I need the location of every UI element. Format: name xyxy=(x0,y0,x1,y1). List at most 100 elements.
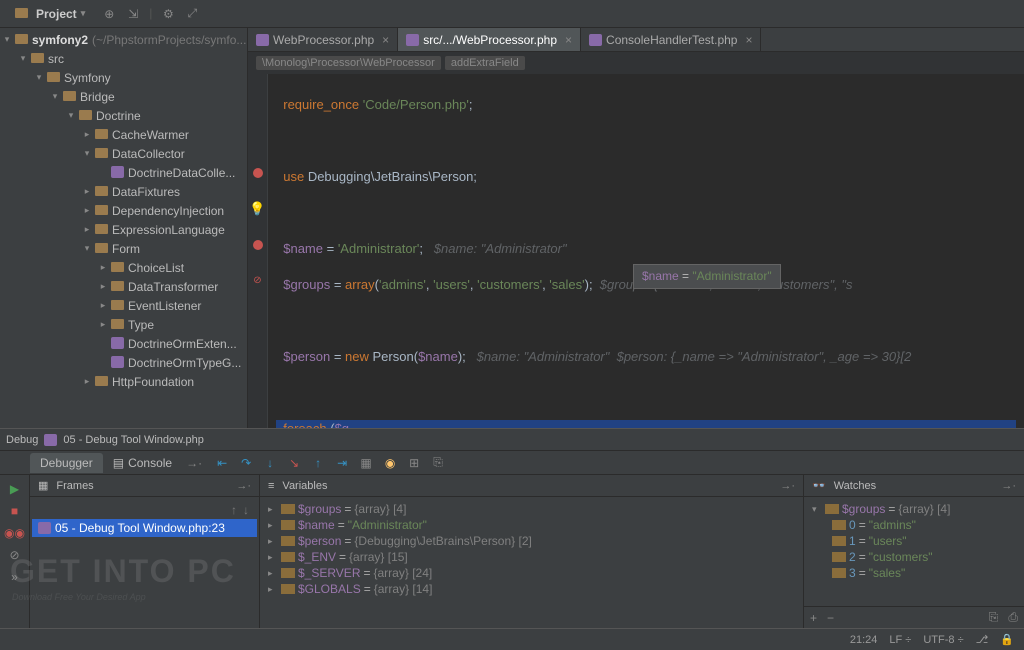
variable-row[interactable]: ▸ $groups = {array} [4] xyxy=(262,501,801,517)
error-icon[interactable]: ⊘ xyxy=(248,272,267,290)
watches-panel: 👓 Watches →· ▾ $groups = {array} [4] 0 =… xyxy=(804,475,1024,628)
tree-item[interactable]: ▸DataTransformer xyxy=(0,277,247,296)
line-separator[interactable]: LF xyxy=(889,634,902,646)
frame-down-icon[interactable]: ↓ xyxy=(243,503,249,517)
close-icon[interactable]: × xyxy=(745,33,752,47)
evaluate-icon[interactable]: ▦ xyxy=(358,455,374,471)
editor-tab[interactable]: WebProcessor.php× xyxy=(248,28,398,51)
add-watch-icon[interactable]: + xyxy=(810,611,817,625)
variable-row[interactable]: ▸ $name = "Administrator" xyxy=(262,517,801,533)
encoding[interactable]: UTF-8 xyxy=(923,634,954,646)
git-icon[interactable]: ⎇ xyxy=(976,633,989,646)
hide-icon[interactable]: →· xyxy=(780,480,795,492)
settings-icon[interactable]: ⊞ xyxy=(406,455,422,471)
project-toolbar: Project ▾ ⊕ ⇲ | ⚙ ⤢ xyxy=(0,0,1024,28)
tree-item[interactable]: ▸ChoiceList xyxy=(0,258,247,277)
editor-tab[interactable]: src/.../WebProcessor.php× xyxy=(398,28,581,51)
remove-watch-icon[interactable]: − xyxy=(827,611,834,625)
step-icon[interactable]: ⇤ xyxy=(214,455,230,471)
tree-item[interactable]: ▾Form xyxy=(0,239,247,258)
php-icon xyxy=(44,434,57,446)
tree-item[interactable]: ▸ExpressionLanguage xyxy=(0,220,247,239)
variables-header: Variables xyxy=(282,480,327,492)
value-tooltip: $name = "Administrator" xyxy=(633,264,781,289)
watches-toolbar: + − ⎘ ⎙ xyxy=(804,606,1024,628)
pin-icon[interactable]: ⎘ xyxy=(430,455,446,471)
breakpoint-icon[interactable] xyxy=(248,164,267,182)
tree-item[interactable]: DoctrineOrmExten... xyxy=(0,334,247,353)
run-to-cursor-icon[interactable]: ⇥ xyxy=(334,455,350,471)
tree-item[interactable]: ▾Doctrine xyxy=(0,106,247,125)
hide-icon[interactable]: →· xyxy=(1001,480,1016,492)
tree-item[interactable]: ▾Bridge xyxy=(0,87,247,106)
watch-root[interactable]: ▾ $groups = {array} [4] xyxy=(806,501,1022,517)
code-line: $name = 'Administrator'; $name: "Adminis… xyxy=(276,240,1016,258)
tab-debugger[interactable]: Debugger xyxy=(30,453,103,473)
mute-breakpoints-icon[interactable]: ⊘ xyxy=(7,547,23,563)
variable-row[interactable]: ▸ $GLOBALS = {array} [14] xyxy=(262,581,801,597)
code-line xyxy=(276,384,1016,402)
frame-up-icon[interactable]: ↑ xyxy=(231,503,237,517)
close-icon[interactable]: × xyxy=(565,33,572,47)
code-line xyxy=(276,204,1016,222)
step-over-icon[interactable]: ↷ xyxy=(238,455,254,471)
force-step-icon[interactable]: ↘ xyxy=(286,455,302,471)
breadcrumb-method[interactable]: addExtraField xyxy=(445,56,525,70)
watch-item[interactable]: 3 = "sales" xyxy=(806,565,1022,581)
gear-icon[interactable]: ⚙ xyxy=(160,6,176,22)
debug-header: Debug 05 - Debug Tool Window.php xyxy=(0,429,1024,451)
project-tree[interactable]: ▾ symfony2 (~/PhpstormProjects/symfo... … xyxy=(0,28,248,428)
watch-item[interactable]: 1 = "users" xyxy=(806,533,1022,549)
hide-icon[interactable]: →· xyxy=(236,480,251,492)
watch-icon[interactable]: ◉ xyxy=(382,455,398,471)
cursor-position[interactable]: 21:24 xyxy=(850,634,878,646)
tree-item[interactable]: ▸HttpFoundation xyxy=(0,372,247,391)
watch-item[interactable]: 0 = "admins" xyxy=(806,517,1022,533)
close-icon[interactable]: × xyxy=(382,33,389,47)
step-into-icon[interactable]: ↓ xyxy=(262,455,278,471)
copy-icon[interactable]: ⎙ xyxy=(1008,610,1018,625)
code-line-current: foreach ($g xyxy=(276,420,1016,428)
frames-header: Frames xyxy=(56,480,93,492)
tab-console[interactable]: ▤Console xyxy=(103,453,182,473)
debug-tabs: Debugger ▤Console →· ⇤ ↷ ↓ ↘ ↑ ⇥ ▦ ◉ ⊞ ⎘ xyxy=(0,451,1024,475)
more-icon[interactable]: » xyxy=(7,569,23,585)
hide-icon[interactable]: ⤢ xyxy=(184,6,200,22)
resume-icon[interactable]: ▶ xyxy=(7,481,23,497)
collapse-icon[interactable]: ⇲ xyxy=(125,6,141,22)
view-breakpoints-icon[interactable]: ◉◉ xyxy=(7,525,23,541)
project-dropdown[interactable]: Project ▾ xyxy=(4,7,93,21)
tree-item[interactable]: ▾src xyxy=(0,49,247,68)
tree-item[interactable]: DoctrineOrmTypeG... xyxy=(0,353,247,372)
tree-item[interactable]: ▸EventListener xyxy=(0,296,247,315)
tree-item[interactable]: ▾DataCollector xyxy=(0,144,247,163)
tree-root[interactable]: ▾ symfony2 (~/PhpstormProjects/symfo... xyxy=(0,30,247,49)
breadcrumb[interactable]: \Monolog\Processor\WebProcessor addExtra… xyxy=(248,52,1024,74)
variable-row[interactable]: ▸ $_ENV = {array} [15] xyxy=(262,549,801,565)
bulb-icon[interactable]: 💡 xyxy=(248,200,267,218)
gutter[interactable]: 💡 ⊘ xyxy=(248,74,268,428)
editor-tab[interactable]: ConsoleHandlerTest.php× xyxy=(581,28,761,51)
tree-item[interactable]: ▸DependencyInjection xyxy=(0,201,247,220)
frame-row[interactable]: 05 - Debug Tool Window.php:23 xyxy=(32,519,257,537)
debug-side-toolbar: ▶ ■ ◉◉ ⊘ » xyxy=(0,475,30,628)
tree-item[interactable]: ▸CacheWarmer xyxy=(0,125,247,144)
stop-icon[interactable]: ■ xyxy=(7,503,23,519)
code-line: $person = new Person($name); $name: "Adm… xyxy=(276,348,1016,366)
code-editor[interactable]: 💡 ⊘ require_once 'Code/Person.php'; use … xyxy=(248,74,1024,428)
tree-item[interactable]: ▾Symfony xyxy=(0,68,247,87)
variable-row[interactable]: ▸ $_SERVER = {array} [24] xyxy=(262,565,801,581)
tree-item[interactable]: ▸DataFixtures xyxy=(0,182,247,201)
tree-item[interactable]: ▸Type xyxy=(0,315,247,334)
watch-item[interactable]: 2 = "customers" xyxy=(806,549,1022,565)
variable-row[interactable]: ▸ $person = {Debugging\JetBrains\Person}… xyxy=(262,533,801,549)
duplicate-icon[interactable]: ⎘ xyxy=(989,610,999,625)
breakpoint-icon[interactable] xyxy=(248,236,267,254)
target-icon[interactable]: ⊕ xyxy=(101,6,117,22)
frames-panel: ▦ Frames →· ↑ ↓ 05 - Debug Tool Window.p… xyxy=(30,475,260,628)
lock-icon[interactable]: 🔒 xyxy=(1000,633,1014,646)
breadcrumb-path[interactable]: \Monolog\Processor\WebProcessor xyxy=(256,56,441,70)
step-out-icon[interactable]: ↑ xyxy=(310,455,326,471)
frame-label: 05 - Debug Tool Window.php:23 xyxy=(55,521,225,535)
tree-item[interactable]: DoctrineDataColle... xyxy=(0,163,247,182)
